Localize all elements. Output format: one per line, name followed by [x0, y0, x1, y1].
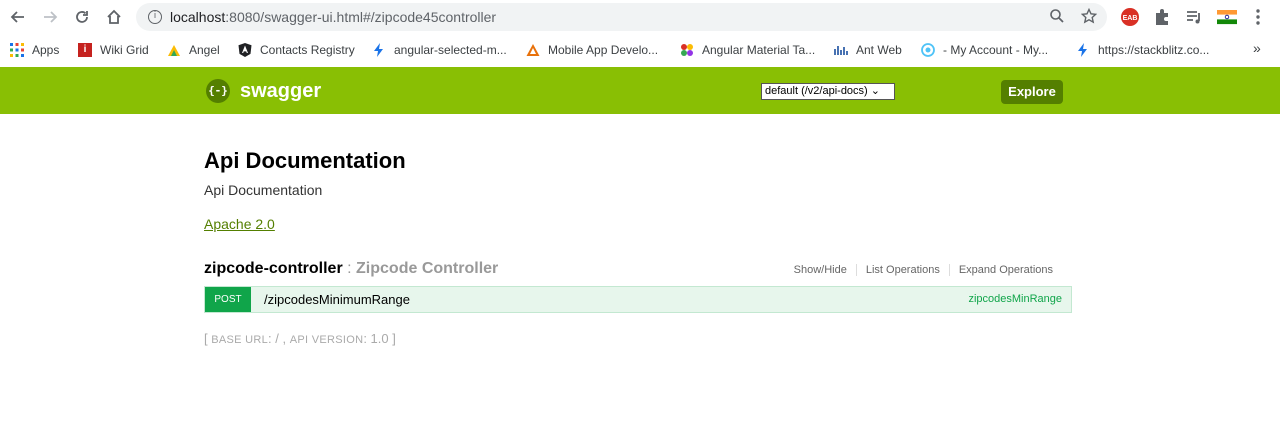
bookmark-apps[interactable]: Apps [10, 42, 59, 58]
angular-icon [238, 43, 252, 57]
forward-icon[interactable] [38, 5, 62, 29]
resource-separator: : [342, 260, 357, 277]
swagger-logo-icon: {-} [206, 79, 230, 103]
bookmark-label: Angel [189, 43, 220, 57]
angel-icon [167, 43, 181, 57]
bookmark-angel[interactable]: Angel [167, 42, 220, 58]
base-url-footer: [ BASE URL: / , API VERSION: 1.0 ] [204, 331, 396, 346]
bookmarks-overflow-chevron-icon[interactable]: » [1253, 40, 1261, 56]
api-version-value: : 1.0 ] [363, 331, 396, 346]
url-host: localhost [170, 9, 226, 25]
address-bar[interactable]: i localhost:8080/swagger-ui.html#/zipcod… [136, 3, 1107, 31]
bookmarks-bar: Apps i Wiki Grid Angel Contacts Registry … [0, 34, 1280, 66]
api-description: Api Documentation [204, 182, 323, 198]
wiki-icon: i [78, 43, 92, 57]
operation-row[interactable]: POST /zipcodesMinimumRange zipcodesMinRa… [204, 286, 1072, 313]
base-url-value: : / , [268, 331, 290, 346]
bookmark-angular-material[interactable]: Angular Material Ta... [680, 42, 815, 58]
resource-heading[interactable]: zipcode-controller : Zipcode Controller [204, 260, 498, 278]
search-icon[interactable] [1048, 8, 1066, 26]
show-hide-link[interactable]: Show/Hide [785, 264, 856, 276]
info-icon[interactable]: i [148, 10, 162, 24]
reload-icon[interactable] [70, 5, 94, 29]
bookmark-mobile-app[interactable]: Mobile App Develo... [526, 42, 658, 58]
bookmark-contacts-registry[interactable]: Contacts Registry [238, 42, 355, 58]
bookmark-label: Ant Web [856, 43, 902, 57]
base-url-key: BASE URL [211, 334, 269, 346]
bolt-icon [1076, 43, 1090, 57]
bookmark-label: Mobile App Develo... [548, 43, 659, 57]
triangle-icon [526, 43, 540, 57]
apps-icon [10, 43, 24, 57]
bookmark-label: Apps [32, 43, 60, 57]
bookmark-label: - My Account - My... [943, 43, 1049, 57]
api-version-key: API VERSION [289, 334, 364, 346]
star-icon[interactable] [1080, 7, 1098, 26]
operation-path[interactable]: /zipcodesMinimumRange [264, 292, 410, 307]
license-link[interactable]: Apache 2.0 [204, 216, 275, 232]
swagger-logo-text: swagger [240, 79, 322, 102]
url-text[interactable]: localhost:8080/swagger-ui.html#/zipcode4… [170, 9, 496, 25]
url-path: :8080/swagger-ui.html#/zipcode45controll… [225, 9, 497, 25]
operation-nickname[interactable]: zipcodesMinRange [968, 293, 1062, 305]
expand-operations-link[interactable]: Expand Operations [948, 264, 1062, 276]
bookmark-label: angular-selected-m... [394, 43, 507, 57]
bookmark-angular-selected[interactable]: angular-selected-m... [372, 42, 507, 58]
resource-actions: Show/Hide List Operations Expand Operati… [785, 264, 1062, 276]
bookmark-wiki-grid[interactable]: i Wiki Grid [78, 42, 149, 58]
bookmark-ant-web[interactable]: Ant Web [834, 42, 902, 58]
api-spec-select[interactable]: default (/v2/api-docs) ⌄ [761, 83, 895, 100]
home-icon[interactable] [102, 5, 126, 29]
menu-icon[interactable] [1248, 7, 1268, 27]
bookmark-label: Angular Material Ta... [702, 43, 816, 57]
extensions-icon[interactable] [1152, 7, 1172, 27]
bolt-icon [372, 43, 386, 57]
bookmark-my-account[interactable]: - My Account - My... [921, 42, 1048, 58]
swagger-header: {-} swagger default (/v2/api-docs) ⌄ [0, 67, 1280, 114]
account-icon [921, 43, 935, 57]
list-operations-link[interactable]: List Operations [855, 264, 949, 276]
browser-toolbar: i localhost:8080/swagger-ui.html#/zipcod… [0, 0, 1280, 34]
back-icon[interactable] [6, 5, 30, 29]
svg-text:EAB: EAB [1123, 15, 1138, 22]
bookmark-label: Contacts Registry [260, 43, 355, 57]
flag-extension-icon[interactable] [1216, 7, 1237, 27]
bookmark-stackblitz[interactable]: https://stackblitz.co... [1076, 42, 1209, 58]
api-title: Api Documentation [204, 148, 406, 173]
bookmark-label: Wiki Grid [100, 43, 149, 57]
material-icon [680, 43, 694, 57]
http-method-badge[interactable]: POST [205, 287, 251, 312]
resource-description: Zipcode Controller [356, 260, 499, 277]
swagger-logo[interactable]: {-} swagger [206, 79, 321, 103]
explore-button[interactable]: Explore [1001, 80, 1063, 104]
bookmark-label: https://stackblitz.co... [1098, 43, 1210, 57]
eab-extension-icon[interactable]: EAB [1120, 7, 1140, 27]
ant-icon [834, 43, 848, 57]
reading-list-icon[interactable] [1184, 7, 1204, 27]
resource-name[interactable]: zipcode-controller [204, 260, 343, 277]
